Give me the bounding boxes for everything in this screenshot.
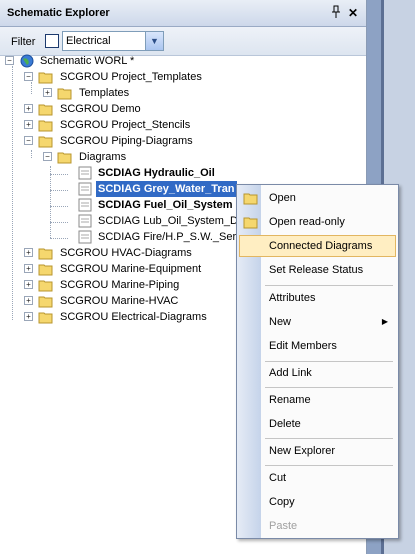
tree-item-label: SCDIAG Lub_Oil_System_D <box>98 215 238 227</box>
menu-item-attributes[interactable]: Attributes <box>239 287 396 309</box>
folder-icon <box>57 86 73 100</box>
expand-icon[interactable]: + <box>24 312 33 321</box>
expand-icon[interactable]: + <box>24 248 33 257</box>
tree-item-label: SCGROU Piping-Diagrams <box>60 135 193 147</box>
expand-icon[interactable]: + <box>43 88 52 97</box>
diagram-icon <box>77 166 93 180</box>
menu-item-edit-members[interactable]: Edit Members <box>239 335 396 357</box>
menu-item-connected-diagrams[interactable]: Connected Diagrams <box>239 235 396 257</box>
folder-icon <box>38 294 54 308</box>
tree-item-label: SCGROU Marine-Equipment <box>60 263 202 275</box>
collapse-icon[interactable]: − <box>5 56 14 65</box>
folder-icon <box>38 310 54 324</box>
filter-checkbox[interactable] <box>45 34 59 48</box>
menu-item-new-explorer[interactable]: New Explorer <box>239 440 396 462</box>
tree-item-label: SCDIAG Fire/H.P_S.W._Ser <box>98 231 237 243</box>
chevron-down-icon[interactable]: ▼ <box>145 32 163 50</box>
tree-item-label: SCGROU Electrical-Diagrams <box>60 311 207 323</box>
filter-select-value: Electrical <box>66 35 111 47</box>
menu-item-rename[interactable]: Rename <box>239 389 396 411</box>
collapse-icon[interactable]: − <box>24 136 33 145</box>
filter-label: Filter <box>11 36 36 48</box>
menu-item-open[interactable]: Open <box>239 187 396 209</box>
expand-icon[interactable]: + <box>24 296 33 305</box>
expand-icon[interactable]: + <box>24 104 33 113</box>
tree-item-label: SCGROU HVAC-Diagrams <box>60 247 192 259</box>
tree-item-label: SCGROU Marine-Piping <box>60 279 180 291</box>
menu-item-cut[interactable]: Cut <box>239 467 396 489</box>
tree-item-label: Diagrams <box>79 151 127 163</box>
submenu-arrow-icon: ▶ <box>381 317 388 326</box>
collapse-icon[interactable]: − <box>43 152 52 161</box>
collapse-icon[interactable]: − <box>24 72 33 81</box>
tree-item-label: SCDIAG Hydraulic_Oil <box>98 167 215 179</box>
tree-root-label: Schematic WORL * <box>40 55 135 67</box>
tree-item-label: SCGROU Project_Stencils <box>60 119 191 131</box>
menu-item-new[interactable]: New ▶ <box>239 311 396 333</box>
tree-item-label: SCGROU Demo <box>60 103 141 115</box>
diagram-icon <box>77 182 93 196</box>
menu-item-paste: Paste <box>269 520 298 532</box>
folder-open-icon <box>38 134 54 148</box>
context-menu: Open Open read-only Connected Diagrams S… <box>236 184 399 539</box>
close-icon[interactable]: ✕ <box>346 5 360 21</box>
menu-item-add-link[interactable]: Add Link <box>239 362 396 384</box>
menu-separator <box>265 438 393 439</box>
filter-bar: Filter Electrical ▼ <box>0 27 366 56</box>
panel-titlebar: Schematic Explorer ✕ <box>0 0 366 27</box>
folder-icon <box>38 262 54 276</box>
menu-item-open-read-only[interactable]: Open read-only <box>239 211 396 233</box>
menu-separator <box>265 465 393 466</box>
diagram-icon <box>77 198 93 212</box>
folder-open-icon <box>38 70 54 84</box>
tree-item-label: SCDIAG Fuel_Oil_System <box>98 199 233 211</box>
diagram-icon <box>77 214 93 228</box>
tree-item-label: SCGROU Project_Templates <box>60 71 202 83</box>
folder-open-icon <box>57 150 73 164</box>
menu-item-delete[interactable]: Delete <box>239 413 396 435</box>
pin-icon[interactable] <box>329 5 343 21</box>
filter-select[interactable]: Electrical ▼ <box>62 31 164 51</box>
globe-icon <box>19 54 35 68</box>
folder-open-icon <box>243 191 259 205</box>
expand-icon[interactable]: + <box>24 120 33 129</box>
expand-icon[interactable]: + <box>24 280 33 289</box>
tree-item-label: SCDIAG Grey_Water_Tran <box>96 181 237 197</box>
folder-open-icon <box>243 215 259 229</box>
menu-item-set-release-status[interactable]: Set Release Status <box>239 259 396 281</box>
folder-icon <box>38 102 54 116</box>
tree-item-label: SCGROU Marine-HVAC <box>60 295 179 307</box>
panel-title: Schematic Explorer <box>7 7 110 19</box>
diagram-icon <box>77 230 93 244</box>
menu-separator <box>265 387 393 388</box>
menu-separator <box>265 285 393 286</box>
menu-item-copy[interactable]: Copy <box>239 491 396 513</box>
folder-icon <box>38 118 54 132</box>
tree-item-label: Templates <box>79 87 130 99</box>
expand-icon[interactable]: + <box>24 264 33 273</box>
folder-icon <box>38 278 54 292</box>
folder-icon <box>38 246 54 260</box>
